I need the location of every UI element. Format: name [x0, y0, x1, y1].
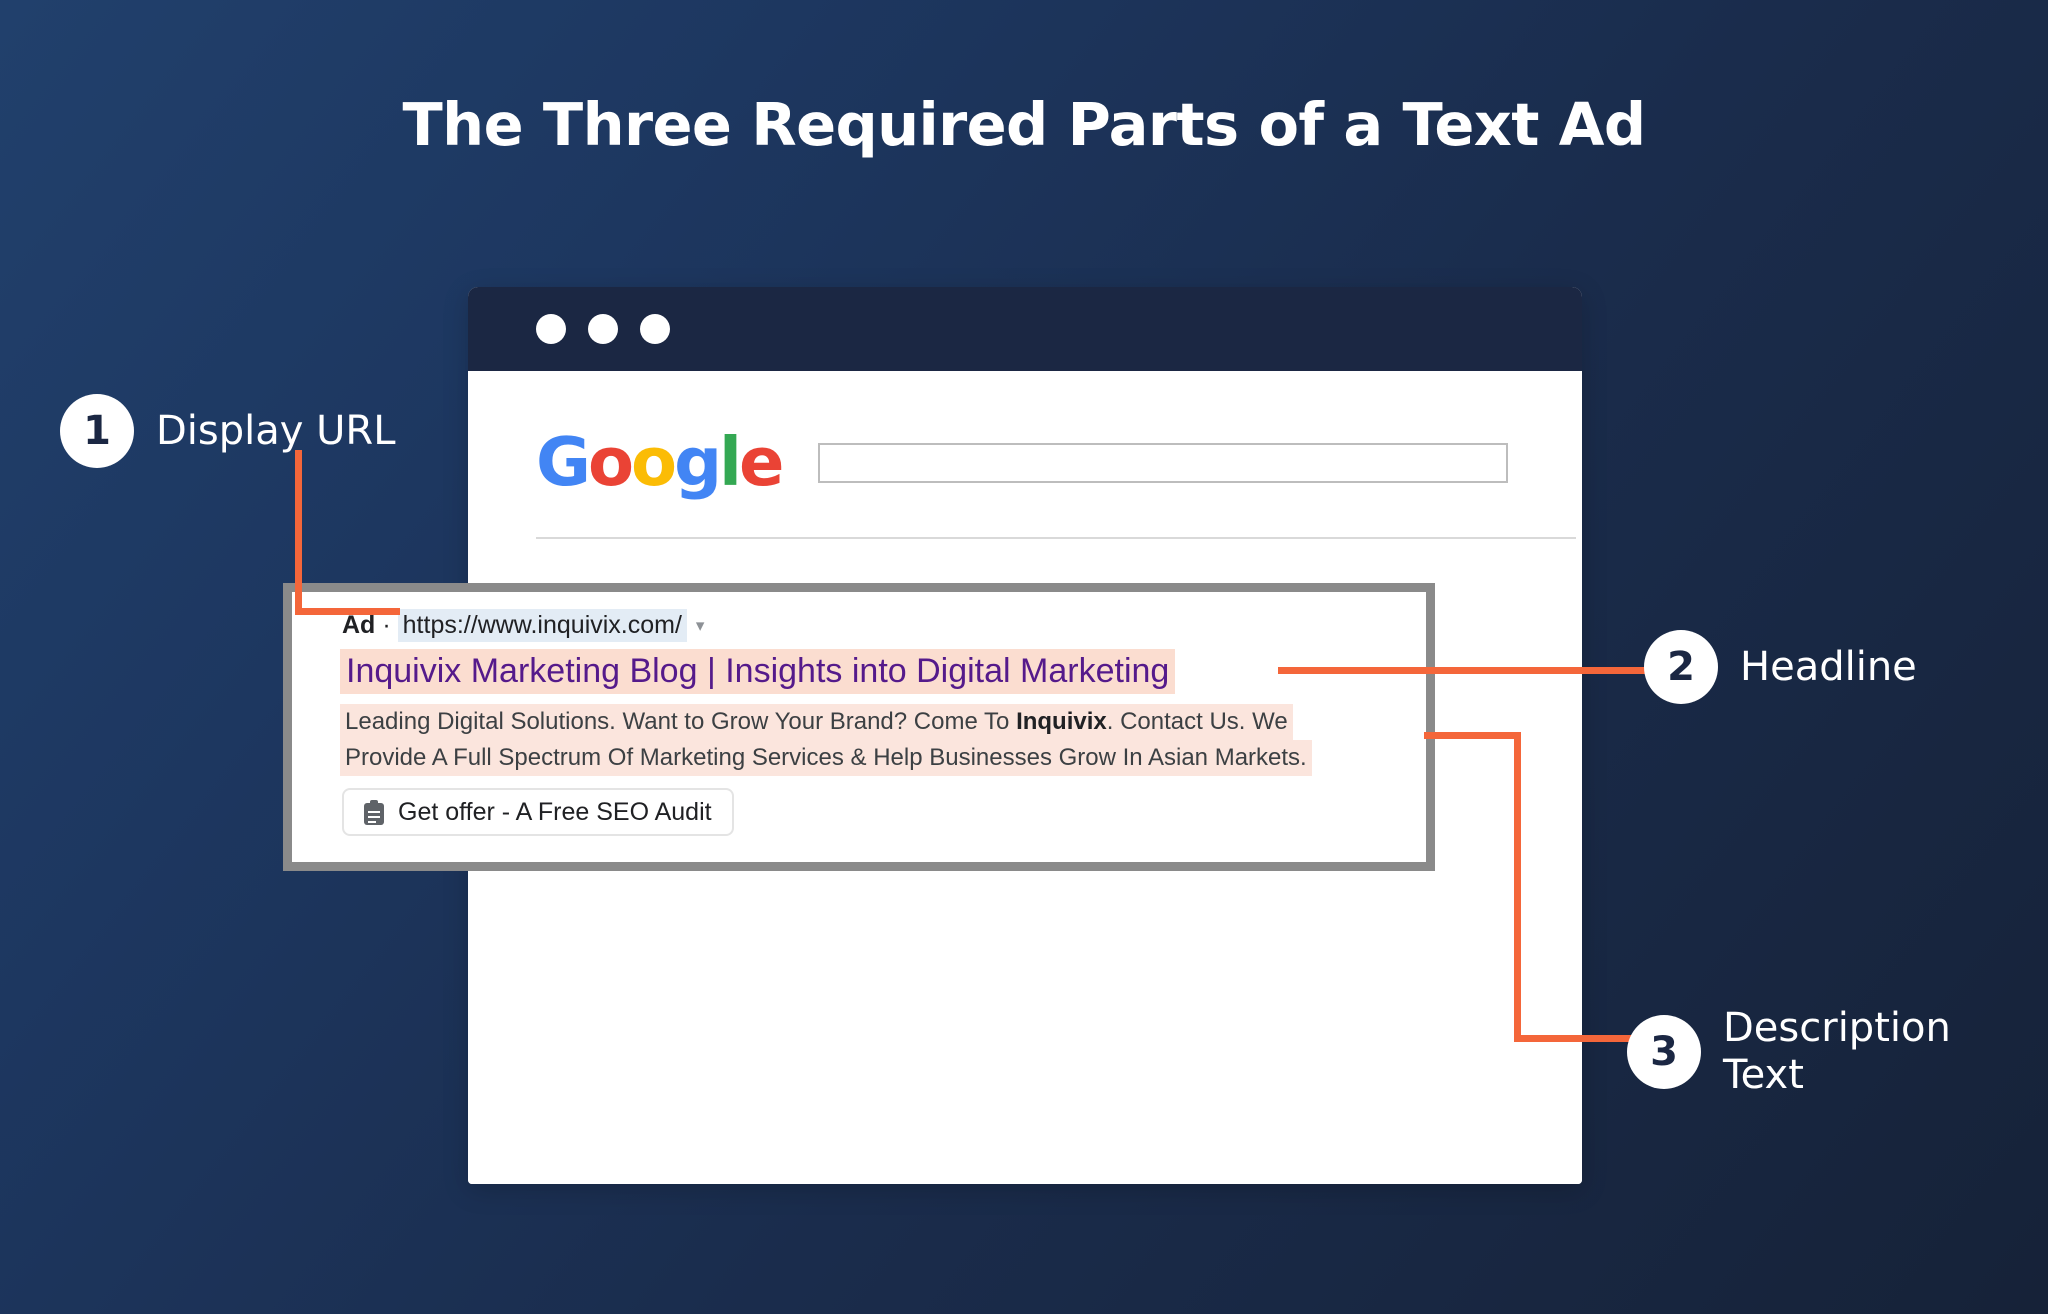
- ad-separator: ·: [382, 611, 391, 639]
- page-title: The Three Required Parts of a Text Ad: [402, 90, 1647, 159]
- callout-description-text: 3 Description Text: [1627, 1005, 1951, 1099]
- google-logo-letter-e: e: [739, 423, 784, 501]
- google-logo-letter-o2: o: [631, 423, 677, 501]
- callout-badge-3: 3: [1627, 1014, 1701, 1089]
- ad-description-line-1-part-c: . Contact Us. We: [1106, 708, 1288, 735]
- search-input[interactable]: [818, 443, 1508, 483]
- connector-line-description-vertical: [1514, 732, 1521, 1042]
- browser-titlebar: [468, 287, 1582, 371]
- ad-badge-label: Ad: [342, 611, 376, 639]
- connector-line-display-url-horizontal: [295, 608, 400, 615]
- text-ad-block: Ad · https://www.inquivix.com/ ▾ Inquivi…: [283, 583, 1435, 871]
- google-logo-letter-g2: g: [674, 423, 722, 501]
- callout-headline: 2 Headline: [1644, 630, 1917, 704]
- callout-badge-1: 1: [60, 394, 134, 468]
- window-maximize-dot-icon[interactable]: [640, 314, 670, 344]
- google-logo-letter-g1: G: [536, 423, 591, 501]
- callout-badge-2: 2: [1644, 630, 1718, 704]
- google-logo-letter-o1: o: [588, 423, 634, 501]
- ad-description: Leading Digital Solutions. Want to Grow …: [340, 704, 1415, 776]
- google-logo: Google: [536, 429, 784, 496]
- callout-label-headline: Headline: [1740, 643, 1917, 690]
- ad-description-brand: Inquivix: [1016, 708, 1107, 735]
- ad-display-url[interactable]: https://www.inquivix.com/: [397, 609, 687, 642]
- ad-description-line-2: Provide A Full Spectrum Of Marketing Ser…: [340, 739, 1312, 776]
- header-divider: [536, 537, 1576, 539]
- ad-description-line-1: Leading Digital Solutions. Want to Grow …: [340, 704, 1293, 740]
- ad-description-line-1-part-a: Leading Digital Solutions. Want to Grow …: [345, 708, 1017, 735]
- connector-line-headline: [1278, 667, 1646, 674]
- window-close-dot-icon[interactable]: [536, 314, 566, 344]
- connector-line-description-segment-2: [1514, 1035, 1639, 1042]
- callout-label-description-text: Description Text: [1723, 1005, 1951, 1098]
- callout-label-display-url: Display URL: [156, 407, 396, 454]
- window-minimize-dot-icon[interactable]: [588, 314, 618, 344]
- infographic-canvas: The Three Required Parts of a Text Ad Go…: [0, 0, 2048, 1314]
- connector-line-display-url-vertical: [295, 450, 302, 615]
- callout-display-url: 1 Display URL: [60, 394, 396, 468]
- ad-cta-button[interactable]: Get offer - A Free SEO Audit: [342, 788, 734, 836]
- ad-headline[interactable]: Inquivix Marketing Blog | Insights into …: [340, 649, 1176, 694]
- chevron-down-icon[interactable]: ▾: [696, 617, 705, 634]
- clipboard-icon: [364, 799, 384, 825]
- connector-line-description-segment-1: [1424, 732, 1521, 739]
- google-logo-letter-l: l: [719, 423, 742, 501]
- ad-cta-label: Get offer - A Free SEO Audit: [398, 797, 712, 826]
